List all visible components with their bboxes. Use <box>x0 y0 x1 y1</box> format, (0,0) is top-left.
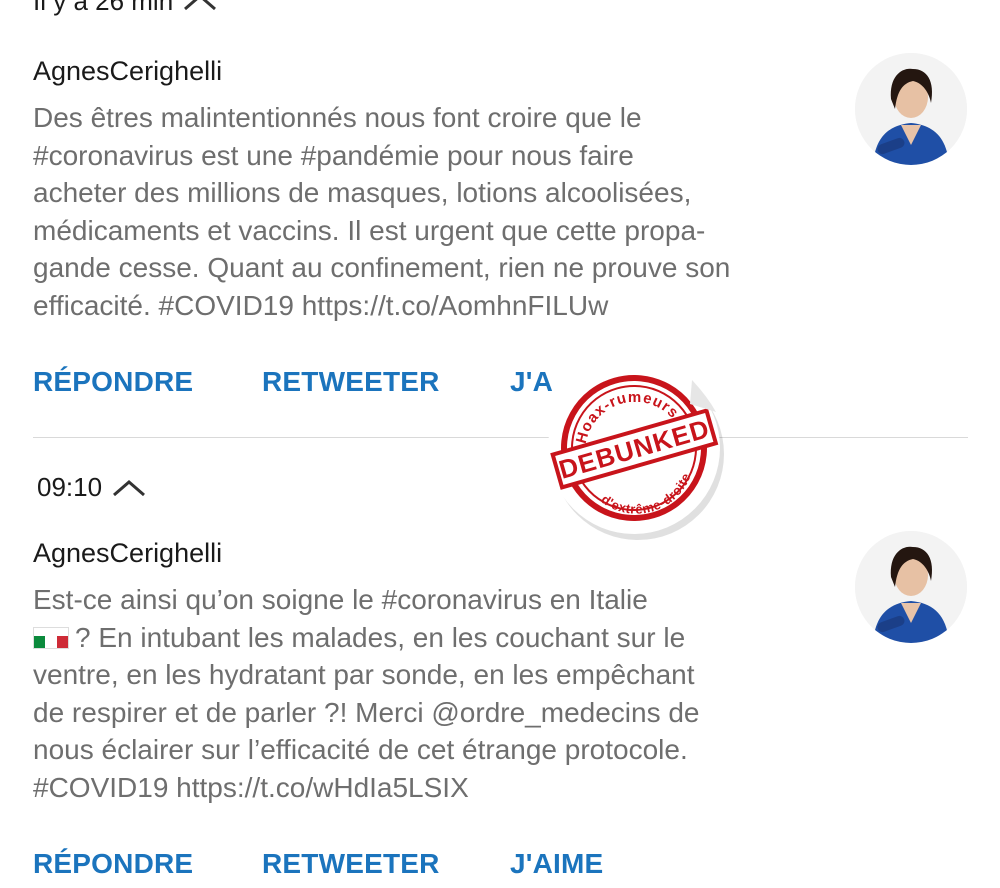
tweet-line: Des êtres malintentionnés nous font croi… <box>33 102 642 133</box>
reply-button[interactable]: RÉPONDRE <box>33 848 193 880</box>
tweet-line: Est-ce ainsi qu’on soigne le #coronaviru… <box>33 584 648 615</box>
tweet-line: gande cesse. Quant au confinement, rien … <box>33 252 731 283</box>
tweet-1-author[interactable]: AgnesCerighelli <box>33 56 222 87</box>
chevron-up-icon[interactable] <box>183 0 217 11</box>
avatar[interactable] <box>855 53 967 165</box>
timestamp-text: Il y a 26 min <box>33 0 174 16</box>
tweet-2-timestamp[interactable]: 09:10 <box>37 472 146 503</box>
tweet-line: de respirer et de parler ?! Merci @ordre… <box>33 696 700 728</box>
tweet-line: #coronavirus est une #pandémie pour nous… <box>33 139 634 171</box>
timestamp-text: 09:10 <box>37 472 103 502</box>
avatar[interactable] <box>855 531 967 643</box>
tweet-line: acheter des millions de masques, lotions… <box>33 177 692 208</box>
tweet-line: ventre, en les hydratant par sonde, en l… <box>33 659 695 690</box>
like-button[interactable]: J'AIME <box>510 848 603 880</box>
tweet-1-timestamp[interactable]: Il y a 26 min <box>33 0 217 17</box>
tweet-line-with-flag: ? En intubant les malades, en les coucha… <box>33 619 823 657</box>
tweet-line: ? En intubant les malades, en les coucha… <box>75 621 686 653</box>
tweet-divider <box>33 437 968 438</box>
tweet-1-text: Des êtres malintentionnés nous font croi… <box>33 99 823 324</box>
tweet-line: #COVID19 https://t.co/wHdIa5LSIX <box>33 771 469 803</box>
tweet-2-text: Est-ce ainsi qu’on soigne le #coronaviru… <box>33 581 823 806</box>
stamp-icon: Hoax-rumeurs d'extrême-droite DEBUNKED <box>548 362 724 540</box>
reply-button[interactable]: RÉPONDRE <box>33 366 193 398</box>
avatar-portrait-icon <box>855 53 967 165</box>
tweet-line: efficacité. #COVID19 https://t.co/AomhnF… <box>33 289 609 321</box>
italy-flag-icon <box>33 626 69 649</box>
tweet-line: nous éclairer sur l’efficacité de cet ét… <box>33 734 688 765</box>
chevron-up-icon[interactable] <box>112 479 146 497</box>
debunked-stamp: Hoax-rumeurs d'extrême-droite DEBUNKED <box>542 356 726 540</box>
retweet-button[interactable]: RETWEETER <box>262 848 440 880</box>
tweet-line: médicaments et vaccins. Il est urgent qu… <box>33 214 706 246</box>
retweet-button[interactable]: RETWEETER <box>262 366 440 398</box>
tweet-2-author[interactable]: AgnesCerighelli <box>33 538 222 569</box>
avatar-portrait-icon <box>855 531 967 643</box>
